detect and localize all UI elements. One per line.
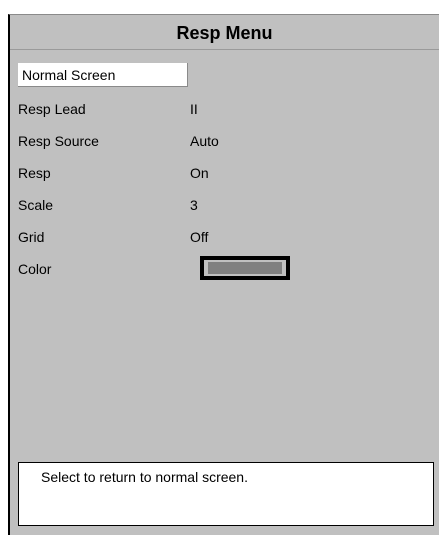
menu-item-value: Auto: [190, 133, 219, 149]
menu-item-resp-source[interactable]: Resp Source Auto: [18, 127, 318, 159]
menu-item-label: Normal Screen: [18, 63, 188, 87]
menu-item-label: Color: [18, 261, 52, 277]
color-swatch[interactable]: [200, 256, 290, 280]
window-title: Resp Menu: [10, 15, 439, 50]
menu-item-value: II: [190, 101, 198, 117]
menu-item-label: Grid: [18, 229, 45, 245]
menu-item-resp-lead[interactable]: Resp Lead II: [18, 95, 318, 127]
menu-item-color[interactable]: Color: [18, 255, 318, 287]
menu-item-scale[interactable]: Scale 3: [18, 191, 318, 223]
menu-item-label: Resp: [18, 165, 51, 181]
menu-item-value: 3: [190, 197, 198, 213]
color-swatch-fill: [208, 262, 282, 274]
menu-item-resp[interactable]: Resp On: [18, 159, 318, 191]
help-text: Select to return to normal screen.: [41, 469, 248, 485]
menu-item-normal-screen[interactable]: Normal Screen: [18, 63, 318, 95]
resp-menu-list: Normal Screen Resp Lead II Resp Source A…: [18, 63, 318, 287]
resp-menu-window: Resp Menu Normal Screen Resp Lead II Res…: [8, 14, 439, 535]
menu-item-value: Off: [190, 229, 209, 245]
menu-item-value: On: [190, 165, 209, 181]
menu-item-label: Resp Source: [18, 133, 99, 149]
menu-item-label: Scale: [18, 197, 54, 213]
menu-item-grid[interactable]: Grid Off: [18, 223, 318, 255]
menu-item-label: Resp Lead: [18, 101, 86, 117]
help-text-box: Select to return to normal screen.: [18, 462, 434, 526]
